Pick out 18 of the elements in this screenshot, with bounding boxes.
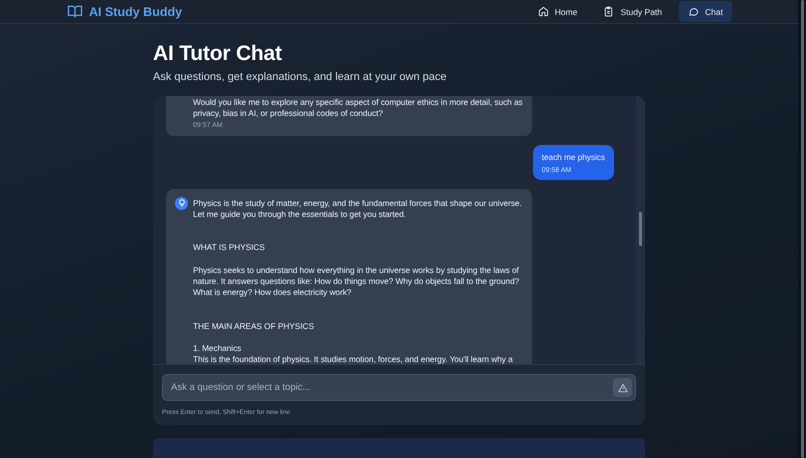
message-text: Would you like me to explore any specific aspect of computer ethics in more detail, such as privacy, bias in AI, or professional codes of conduct? [193, 97, 524, 120]
clipboard-icon [603, 6, 614, 17]
page-scrollbar[interactable] [800, 0, 804, 458]
message-text: Physics is the study of matter, energy, and the fundamental forces that shape our universe. Let me guide you through the essentials to get you started. WHAT IS PHYSICS Physics seeks to understand how everything in the universe works by studying the laws of nature. It answers questions like: How do things move? Why do objects fall to the ground? What is energy? How does electricity work? THE MAIN AREAS OF PHYSICS 1. Mechanics This is the foundation of physics. It studies motion, forces, and energy. You'll learn why a [193, 198, 523, 364]
nav-link[interactable]: Study Path [594, 1, 672, 22]
nav-link[interactable]: Home [528, 1, 586, 22]
scrollbar[interactable] [636, 96, 645, 364]
question-input-field[interactable]: Ask a question or select a topic... [162, 374, 636, 401]
home-icon [538, 6, 549, 17]
nav-link[interactable]: Chat [679, 1, 732, 22]
chat-bubble-icon [688, 6, 700, 17]
open-book-icon [67, 5, 83, 18]
message-text: teach me physics [542, 152, 605, 164]
page-subtitle: Ask questions, get explanations, and learn at your own pace [153, 71, 448, 83]
send-button[interactable] [613, 378, 632, 397]
page-title: AI Tutor Chat [153, 42, 283, 66]
triangle-icon [618, 382, 628, 392]
app-name: AI Study Buddy [89, 4, 182, 18]
